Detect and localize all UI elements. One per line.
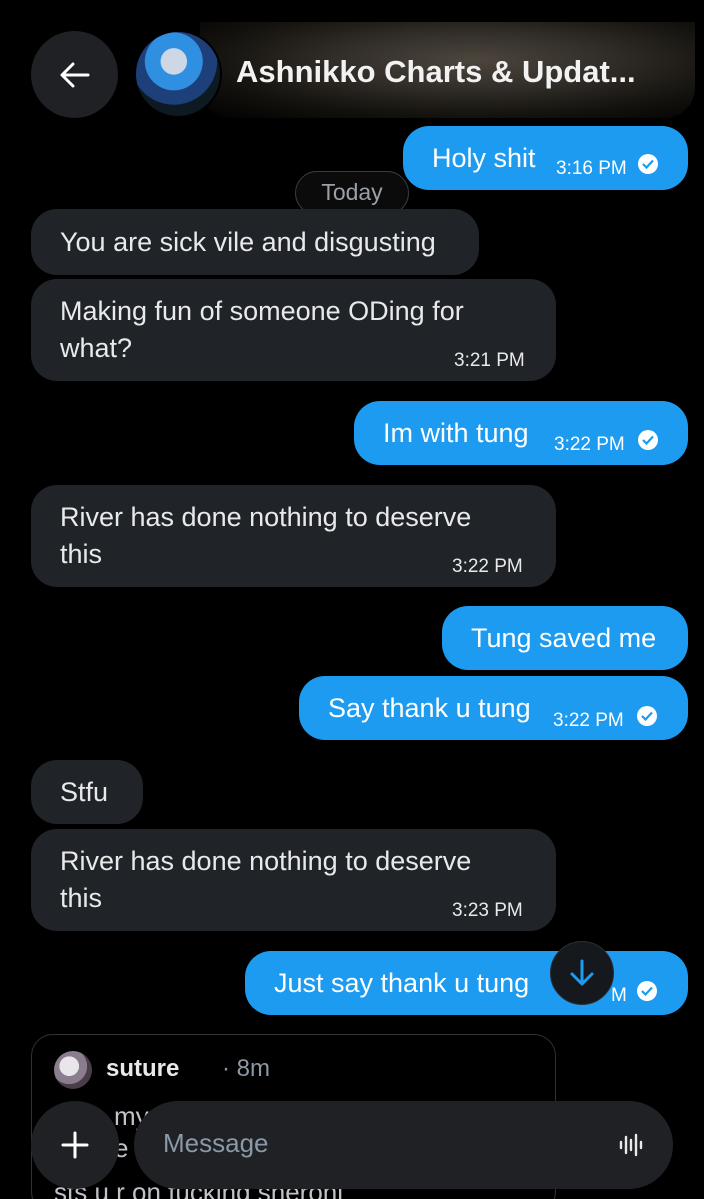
message-time: 3:22 PM	[452, 556, 523, 577]
voice-wave-icon[interactable]	[618, 1132, 644, 1158]
message-text-line: what?	[60, 333, 133, 363]
message-text: Holy shit	[432, 143, 536, 173]
verified-check-icon	[637, 981, 657, 1001]
message-bubble-outgoing[interactable]: Say thank u tung 3:22 PM	[299, 676, 688, 740]
chat-header: Ashnikko Charts & Updat...	[0, 0, 704, 118]
message-bubble-incoming[interactable]: River has done nothing to deserve this 3…	[31, 829, 556, 931]
scroll-to-bottom-button[interactable]	[550, 941, 614, 1005]
message-text-line: this	[60, 883, 103, 913]
message-bubble-outgoing[interactable]: Im with tung 3:22 PM	[354, 401, 688, 465]
message-text-line: River has done nothing to deserve	[60, 846, 472, 876]
plus-icon	[61, 1131, 89, 1159]
message-text: You are sick vile and disgusting	[60, 227, 436, 257]
message-time: M	[611, 985, 627, 1006]
message-text-line: Making fun of someone ODing for	[60, 296, 464, 326]
scroll-down-arrow-icon	[570, 959, 594, 986]
message-time: 3:23 PM	[452, 900, 523, 921]
message-text: Tung saved me	[471, 623, 657, 653]
message-bubble-outgoing[interactable]: Holy shit 3:16 PM	[403, 126, 688, 190]
add-attachment-button[interactable]	[31, 1101, 119, 1189]
message-composer: Message	[0, 1095, 704, 1199]
message-time: 3:21 PM	[454, 350, 525, 371]
message-text: Just say thank u tung	[274, 968, 530, 998]
back-arrow-icon	[60, 62, 89, 87]
message-text: Im with tung	[383, 418, 529, 448]
message-bubble-outgoing[interactable]: Tung saved me	[442, 606, 688, 670]
verified-check-icon	[638, 430, 658, 450]
message-bubble-incoming[interactable]: River has done nothing to deserve this 3…	[31, 485, 556, 587]
verified-check-icon	[638, 154, 658, 174]
message-time: 3:22 PM	[553, 710, 624, 731]
back-button[interactable]	[31, 31, 118, 118]
conversation-avatar[interactable]	[134, 30, 222, 118]
shared-post-time: · 8m	[222, 1055, 270, 1082]
shared-post-author: suture	[106, 1055, 180, 1082]
message-input[interactable]: Message	[134, 1101, 673, 1189]
message-time: 3:22 PM	[554, 434, 625, 455]
message-text: Say thank u tung	[328, 693, 531, 723]
message-bubble-incoming[interactable]: Making fun of someone ODing for what? 3:…	[31, 279, 556, 381]
message-bubble-outgoing[interactable]: Just say thank u tung M	[245, 951, 688, 1015]
conversation-title[interactable]: Ashnikko Charts & Updat...	[236, 54, 636, 90]
message-bubble-incoming[interactable]: You are sick vile and disgusting	[31, 209, 479, 275]
message-text-line: River has done nothing to deserve	[60, 502, 472, 532]
shared-post-avatar	[54, 1051, 92, 1089]
message-text-line: this	[60, 539, 103, 569]
message-bubble-incoming[interactable]: Stfu	[31, 760, 143, 824]
message-placeholder: Message	[163, 1128, 269, 1158]
message-time: 3:16 PM	[556, 158, 627, 179]
verified-check-icon	[637, 706, 657, 726]
message-text: Stfu	[60, 777, 109, 807]
